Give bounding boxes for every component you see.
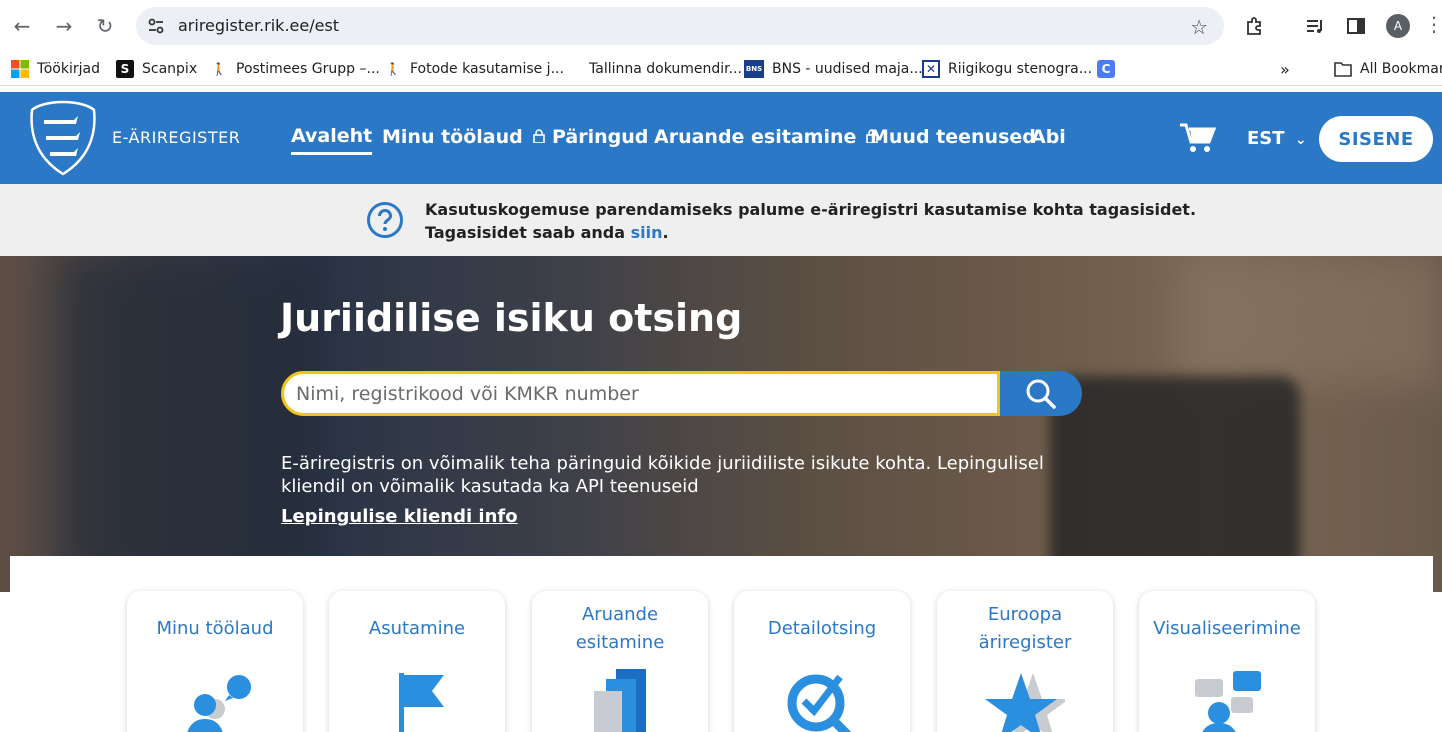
bookmark-item[interactable]: ✕ Riigikogu stenogra...: [922, 59, 1092, 79]
language-selector[interactable]: EST ⌄: [1247, 128, 1307, 149]
reload-icon[interactable]: ↻: [91, 12, 119, 40]
walker-icon: 🚶: [211, 62, 227, 76]
scanpix-icon: S: [116, 60, 134, 78]
site-logo-text[interactable]: E-ÄRIREGISTER: [112, 128, 240, 147]
magnifier-check-icon: [787, 674, 852, 732]
lock-icon: [532, 129, 545, 143]
bookmark-item[interactable]: BNS BNS - uudised maja...: [744, 59, 923, 79]
bookmark-item[interactable]: Tallinna dokumendir...: [563, 59, 742, 79]
flag-icon: [399, 673, 444, 732]
extensions-icon[interactable]: [1242, 13, 1268, 39]
user-chart-icon: [1195, 671, 1261, 732]
url-text[interactable]: ariregister.rik.ee/est: [178, 16, 339, 35]
card-detailotsing[interactable]: Detailotsing: [734, 591, 910, 732]
feedback-banner: Kasutuskogemuse parendamiseks palume e-ä…: [0, 184, 1442, 256]
walker-icon: 🚶: [385, 62, 401, 76]
bookmark-item[interactable]: 🚶 Fotode kasutamise j...: [384, 59, 564, 79]
nav-minu-toolaud[interactable]: Minu töölaud: [382, 126, 545, 148]
card-euroopa-ariregister[interactable]: Euroopa äriregister: [937, 591, 1113, 732]
profile-avatar[interactable]: A: [1386, 14, 1410, 38]
documents-icon: [594, 669, 646, 732]
card-asutamine[interactable]: Asutamine: [329, 591, 505, 732]
site-header: E-ÄRIREGISTER Avaleht Minu töölaud Pärin…: [0, 92, 1442, 184]
search-icon: [1026, 379, 1056, 409]
nav-paringud[interactable]: Päringud: [552, 126, 648, 148]
nav-abi[interactable]: Abi: [1031, 126, 1066, 148]
bookmark-item[interactable]: Töökirjad: [11, 59, 100, 79]
shopping-cart-icon[interactable]: [1180, 122, 1216, 154]
folder-icon: [1334, 60, 1352, 78]
side-panel-icon[interactable]: [1343, 13, 1369, 39]
blank-page-icon: [563, 60, 581, 78]
estonian-coat-of-arms-logo[interactable]: [28, 100, 98, 176]
nav-aruande-esitamine[interactable]: Aruande esitamine: [654, 126, 879, 148]
address-bar[interactable]: ariregister.rik.ee/est ☆: [136, 7, 1224, 45]
bookmark-star-icon[interactable]: ☆: [1190, 15, 1208, 39]
search-input[interactable]: [281, 371, 1000, 416]
hero-background-shape: [1180, 256, 1442, 386]
bookmark-item[interactable]: 🚶 Postimees Grupp –...: [210, 59, 380, 79]
card-visualiseerimine[interactable]: Visualiseerimine: [1139, 591, 1315, 732]
forward-icon[interactable]: →: [50, 12, 78, 40]
star-icon: [985, 673, 1065, 732]
riigikogu-icon: ✕: [922, 60, 940, 78]
nav-avaleht[interactable]: Avaleht: [291, 125, 373, 155]
nav-muud-teenused[interactable]: Muud teenused: [870, 126, 1036, 148]
bns-icon: BNS: [744, 60, 764, 78]
site-settings-icon[interactable]: [146, 16, 166, 36]
user-chat-icon: [187, 675, 251, 732]
media-queue-icon[interactable]: [1302, 13, 1328, 39]
more-bookmarks-button[interactable]: »: [1280, 59, 1290, 79]
chrome-menu-icon[interactable]: ⋮: [1424, 12, 1442, 36]
all-bookmarks-button[interactable]: All Bookmark: [1334, 59, 1442, 79]
c-icon: C: [1097, 60, 1115, 78]
feedback-text: Kasutuskogemuse parendamiseks palume e-ä…: [425, 200, 1197, 242]
hero-title: Juriidilise isiku otsing: [280, 296, 743, 340]
search-button[interactable]: [1000, 371, 1082, 416]
hero-section: Juriidilise isiku otsing E-äriregistris …: [0, 256, 1442, 592]
signin-button[interactable]: SISENE: [1319, 116, 1433, 162]
bookmark-item[interactable]: C: [1097, 59, 1123, 79]
question-circle-icon: [367, 202, 403, 238]
browser-toolbar: ← → ↻ ariregister.rik.ee/est ☆ A ⋮: [0, 0, 1442, 52]
feedback-link[interactable]: siin: [631, 223, 663, 242]
bookmark-item[interactable]: S Scanpix: [116, 59, 197, 79]
card-minu-toolaud[interactable]: Minu töölaud: [127, 591, 303, 732]
hero-description: E-äriregistris on võimalik teha päringui…: [281, 453, 1044, 497]
card-aruande-esitamine[interactable]: Aruande esitamine: [532, 591, 708, 732]
chevron-down-icon: ⌄: [1294, 132, 1307, 148]
windows-icon: [11, 60, 29, 78]
bookmarks-bar: Töökirjad S Scanpix 🚶 Postimees Grupp –.…: [0, 52, 1442, 86]
back-icon[interactable]: ←: [8, 12, 36, 40]
contract-client-info-link[interactable]: Lepingulise kliendi info: [281, 506, 518, 527]
service-cards: Minu töölaud Asutamine Aruande esitamine…: [10, 556, 1433, 732]
